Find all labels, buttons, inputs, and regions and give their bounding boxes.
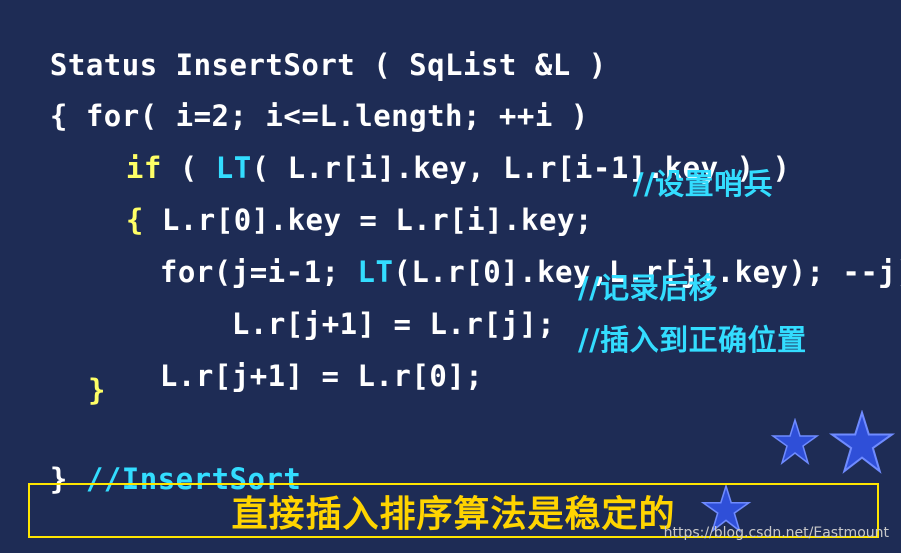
close-brace-inner: } [88,373,106,407]
footer-text: 直接插入排序算法是稳定的 [231,493,676,535]
comment-insert: //插入到正确位置 [578,323,807,357]
comment-shift: //记录后移 [578,271,719,305]
code-line-7: L.r[j+1] = L.r[0]; [124,322,483,394]
comment-sentinel: //设置哨兵 [633,167,774,201]
watermark: https://blog.csdn.net/Eastmount [663,525,889,541]
star-icon [770,418,820,466]
code-text: L.r[j+1] = L.r[0]; [159,359,484,393]
star-icon [828,410,896,474]
